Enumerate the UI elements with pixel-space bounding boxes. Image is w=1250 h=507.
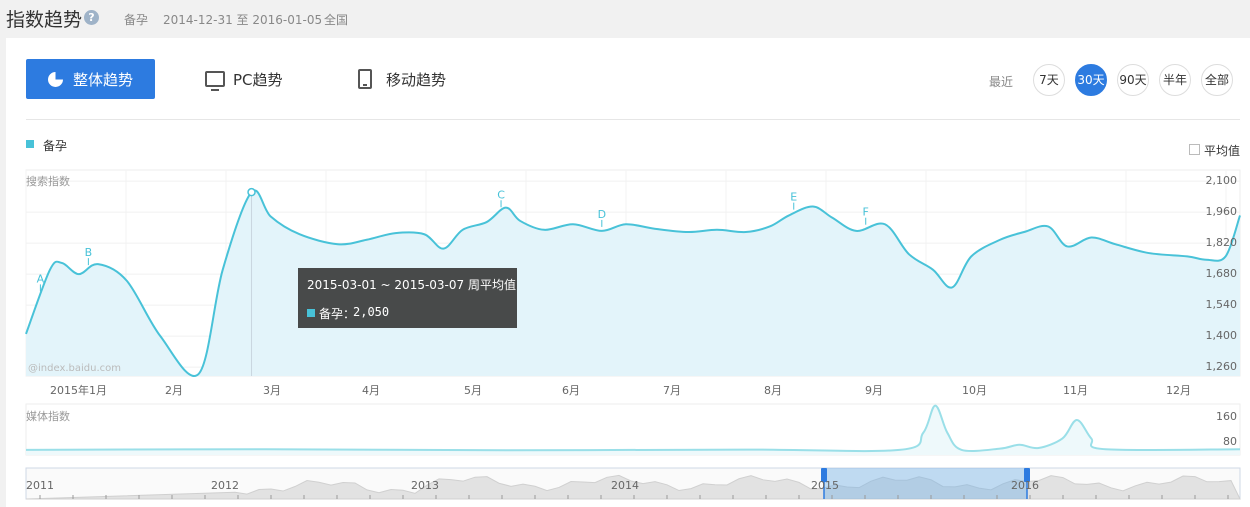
month-xtick: 2月 — [165, 384, 183, 397]
search-index-ytick: 1,960 — [1205, 205, 1238, 219]
tooltip: 2015-03-01 ~ 2015-03-07 周平均值 备孕： 2,050 — [298, 268, 517, 328]
navigator-year-label: 2014 — [611, 479, 639, 492]
month-xtick: 11月 — [1063, 384, 1088, 397]
media-index-title: 媒体指数 — [26, 410, 70, 423]
month-xtick: 2015年1月 — [50, 384, 107, 397]
search-index-ytick: 1,260 — [1205, 360, 1238, 374]
month-xtick: 4月 — [362, 384, 380, 397]
search-index-ytick: 1,400 — [1205, 329, 1238, 343]
search-index-title: 搜索指数 — [26, 175, 70, 188]
event-marker-e: E — [790, 191, 797, 204]
tooltip-swatch — [307, 309, 315, 317]
navigator-year-label: 2013 — [411, 479, 439, 492]
navigator-year-label: 2012 — [211, 479, 239, 492]
tooltip-series: 备孕： — [319, 307, 356, 321]
event-marker-d: D — [598, 208, 606, 221]
search-index-ytick: 2,100 — [1205, 174, 1238, 188]
month-xtick: 8月 — [764, 384, 782, 397]
event-marker-b: B — [85, 246, 93, 259]
search-index-ytick: 1,680 — [1205, 267, 1238, 281]
month-xtick: 12月 — [1166, 384, 1191, 397]
month-xtick: 5月 — [464, 384, 482, 397]
search-index-ytick: 1,820 — [1205, 236, 1238, 250]
highlight-point — [247, 187, 256, 197]
search-index-ytick: 1,540 — [1205, 298, 1238, 312]
media-index-ytick: 160 — [1216, 409, 1237, 423]
month-xtick: 9月 — [865, 384, 883, 397]
watermark: @index.baidu.com — [28, 363, 122, 374]
event-marker-f: F — [863, 206, 869, 219]
month-xtick: 3月 — [263, 384, 281, 397]
tooltip-title: 2015-03-01 ~ 2015-03-07 周平均值 — [307, 278, 516, 292]
trend-chart[interactable]: A B C D E F 2011 2012 2013 2014 2015 2016 — [0, 0, 1250, 507]
event-marker-a: A — [37, 272, 45, 285]
tooltip-value: 2,050 — [353, 305, 390, 319]
navigator-year-label: 2016 — [1011, 479, 1039, 492]
month-xtick: 7月 — [663, 384, 681, 397]
month-xtick: 6月 — [562, 384, 580, 397]
event-marker-c: C — [497, 188, 505, 201]
month-xtick: 10月 — [962, 384, 987, 397]
navigator-year-label: 2015 — [811, 479, 839, 492]
navigator-year-label: 2011 — [26, 479, 54, 492]
media-index-ytick: 80 — [1223, 435, 1237, 449]
navigator-selection — [824, 468, 1027, 499]
